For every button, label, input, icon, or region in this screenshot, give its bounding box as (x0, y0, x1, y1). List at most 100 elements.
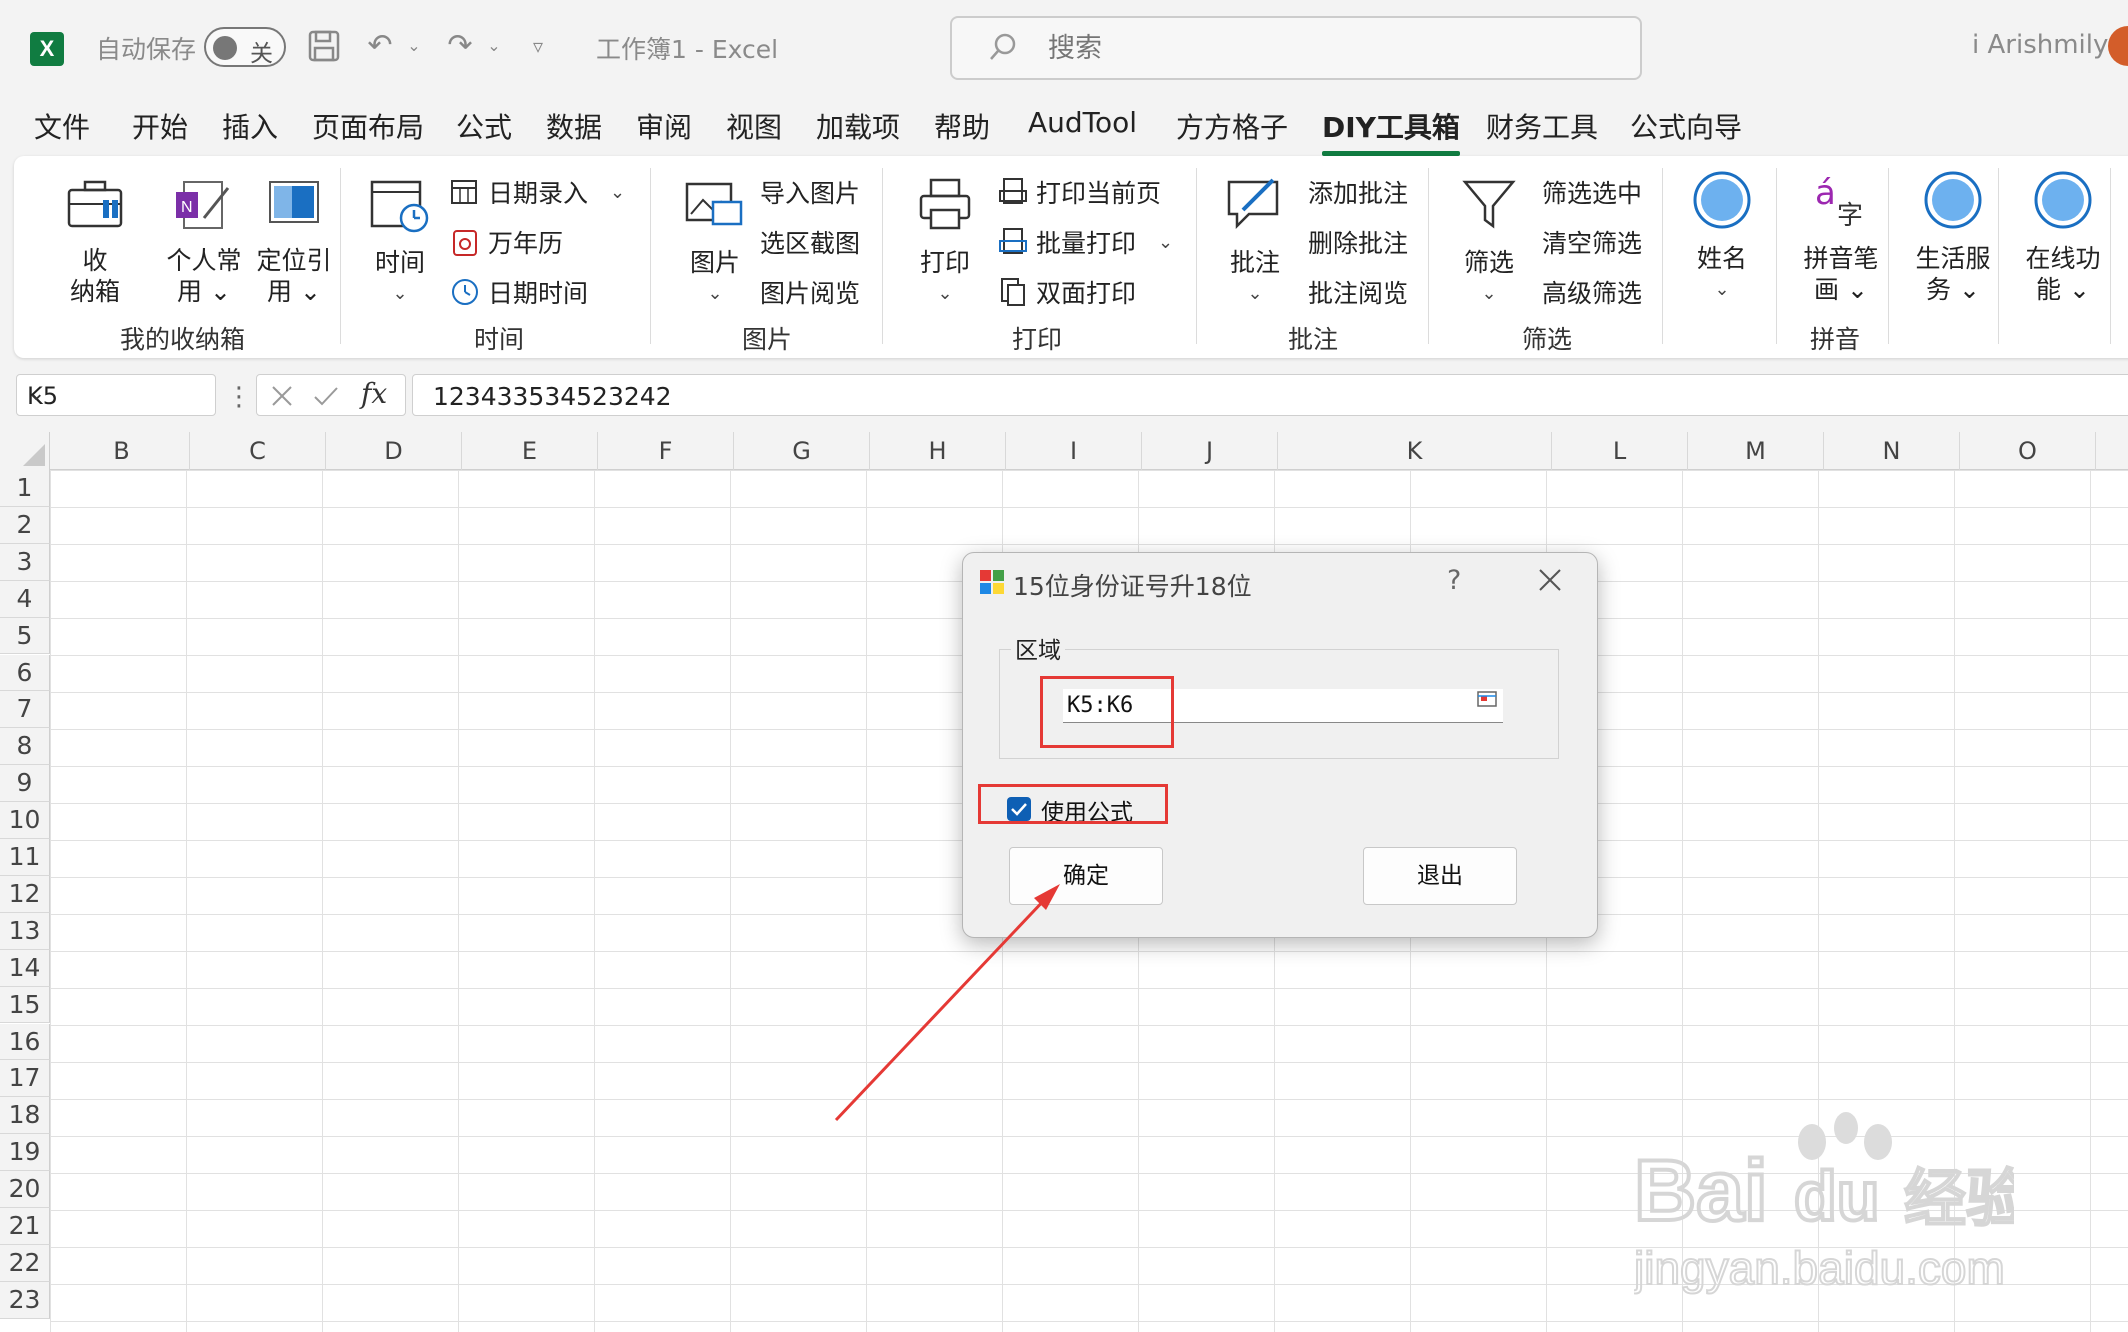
comment-button[interactable]: 批注 ⌄ (1210, 174, 1300, 309)
row-header[interactable]: 15 (0, 986, 50, 1024)
column-header[interactable]: H (870, 432, 1006, 470)
row-header[interactable]: 23 (0, 1281, 50, 1319)
column-header[interactable]: N (1824, 432, 1960, 470)
ok-button[interactable]: 确定 (1009, 847, 1163, 905)
save-icon[interactable] (306, 28, 342, 64)
row-header[interactable]: 8 (0, 728, 50, 766)
row-header[interactable]: 10 (0, 802, 50, 839)
close-icon[interactable] (1537, 567, 1563, 593)
column-header[interactable]: K (1278, 432, 1552, 470)
column-header[interactable]: D (326, 432, 462, 470)
row-header[interactable]: 1 (0, 470, 50, 507)
time-button[interactable]: 时间 ⌄ (360, 174, 440, 309)
column-header[interactable]: M (1688, 432, 1824, 470)
tab-insert[interactable]: 插入 (222, 106, 278, 146)
row-header[interactable]: 4 (0, 580, 50, 618)
avatar[interactable] (2108, 26, 2128, 66)
perpetual-calendar-button[interactable]: 万年历 (450, 224, 563, 260)
search-box[interactable] (950, 16, 1642, 80)
locate-reference-button[interactable]: 定位引 用 ⌄ (244, 176, 344, 307)
filter-selected-button[interactable]: 筛选选中 (1542, 174, 1642, 210)
picture-browse-button[interactable]: 图片阅览 (760, 274, 860, 310)
name-box[interactable]: K5 ⌄ (16, 374, 216, 416)
column-header[interactable]: C (190, 432, 326, 470)
customize-toolbar-icon[interactable]: ▿ (520, 28, 556, 64)
tab-fangfang[interactable]: 方方格子 (1176, 106, 1288, 146)
row-header[interactable]: 5 (0, 617, 50, 655)
column-header[interactable]: J (1142, 432, 1278, 470)
tab-finance-tools[interactable]: 财务工具 (1486, 106, 1598, 146)
column-header[interactable]: O (1960, 432, 2096, 470)
search-input[interactable] (1048, 30, 1608, 66)
column-header[interactable]: E (462, 432, 598, 470)
row-header[interactable]: 22 (0, 1244, 50, 1282)
cancel-icon[interactable] (271, 385, 293, 407)
formula-input[interactable]: 123433534523242 (412, 374, 2128, 416)
range-select-icon[interactable] (1477, 691, 1497, 707)
redo-dropdown-icon[interactable]: ⌄ (476, 28, 512, 64)
tab-file[interactable]: 文件 (34, 106, 90, 146)
tab-formulas[interactable]: 公式 (456, 106, 512, 146)
import-picture-button[interactable]: 导入图片 (760, 174, 860, 210)
tab-review[interactable]: 审阅 (636, 106, 692, 146)
date-time-button[interactable]: 日期时间 (450, 274, 588, 310)
row-header[interactable]: 2 (0, 506, 50, 544)
browse-comments-button[interactable]: 批注阅览 (1308, 274, 1408, 310)
column-header[interactable]: B (54, 432, 190, 470)
duplex-print-button[interactable]: 双面打印 (998, 274, 1136, 310)
tab-help[interactable]: 帮助 (934, 106, 990, 146)
enter-check-icon[interactable] (313, 385, 339, 407)
batch-print-button[interactable]: 批量打印 ⌄ (998, 224, 1173, 260)
column-header[interactable]: I (1006, 432, 1142, 470)
add-comment-button[interactable]: 添加批注 (1308, 174, 1408, 210)
row-header[interactable]: 9 (0, 765, 50, 803)
print-button[interactable]: 打印 ⌄ (900, 174, 990, 309)
help-button[interactable]: ? (1447, 565, 1461, 596)
name-button[interactable]: 姓名 ⌄ (1680, 170, 1764, 305)
life-services-button[interactable]: 生活服 务 ⌄ (1898, 170, 2008, 305)
row-header[interactable]: 14 (0, 949, 50, 987)
insert-function-icon[interactable]: fx (361, 377, 387, 410)
tab-view[interactable]: 视图 (726, 106, 782, 146)
undo-icon[interactable]: ↶ (362, 28, 398, 64)
row-header[interactable]: 11 (0, 839, 50, 876)
tab-audtool[interactable]: AudTool (1028, 106, 1137, 139)
row-header[interactable]: 16 (0, 1023, 50, 1061)
row-header[interactable]: 6 (0, 654, 50, 692)
row-header[interactable]: 21 (0, 1208, 50, 1245)
row-header[interactable]: 13 (0, 912, 50, 950)
column-header[interactable]: F (598, 432, 734, 470)
tab-formula-wizard[interactable]: 公式向导 (1630, 106, 1742, 146)
advanced-filter-button[interactable]: 高级筛选 (1542, 274, 1642, 310)
row-header[interactable]: 12 (0, 875, 50, 913)
online-features-button[interactable]: 在线功 能 ⌄ (2008, 170, 2118, 305)
row-header[interactable]: 18 (0, 1097, 50, 1135)
tab-diy-toolbox[interactable]: DIY工具箱 (1322, 106, 1460, 156)
personal-common-button[interactable]: N 个人常 用 ⌄ (154, 176, 254, 307)
clear-filter-button[interactable]: 清空筛选 (1542, 224, 1642, 260)
autosave-toggle[interactable]: 关 (204, 27, 286, 67)
print-current-page-button[interactable]: 打印当前页 (998, 174, 1161, 210)
undo-dropdown-icon[interactable]: ⌄ (396, 28, 432, 64)
tab-data[interactable]: 数据 (546, 106, 602, 146)
more-options-icon[interactable]: ⋮ (226, 382, 252, 412)
pinyin-stroke-button[interactable]: á字 拼音笔 画 ⌄ (1786, 170, 1896, 305)
redo-icon[interactable]: ↷ (442, 28, 478, 64)
tab-addins[interactable]: 加载项 (816, 106, 900, 146)
row-header[interactable]: 17 (0, 1060, 50, 1098)
column-header[interactable]: G (734, 432, 870, 470)
region-screenshot-button[interactable]: 选区截图 (760, 224, 860, 260)
delete-comment-button[interactable]: 删除批注 (1308, 224, 1408, 260)
row-header[interactable]: 19 (0, 1134, 50, 1172)
filter-button[interactable]: 筛选 ⌄ (1444, 174, 1534, 309)
row-header[interactable]: 3 (0, 543, 50, 581)
tab-home[interactable]: 开始 (132, 106, 188, 146)
date-entry-button[interactable]: 日期录入 ⌄ (450, 174, 625, 210)
exit-button[interactable]: 退出 (1363, 847, 1517, 905)
storage-box-button[interactable]: 收 纳箱 (50, 176, 140, 307)
select-all-corner[interactable] (0, 432, 50, 470)
row-header[interactable]: 7 (0, 691, 50, 729)
tab-page-layout[interactable]: 页面布局 (312, 106, 424, 146)
picture-button[interactable]: 图片 ⌄ (670, 174, 760, 309)
row-header[interactable]: 20 (0, 1171, 50, 1208)
